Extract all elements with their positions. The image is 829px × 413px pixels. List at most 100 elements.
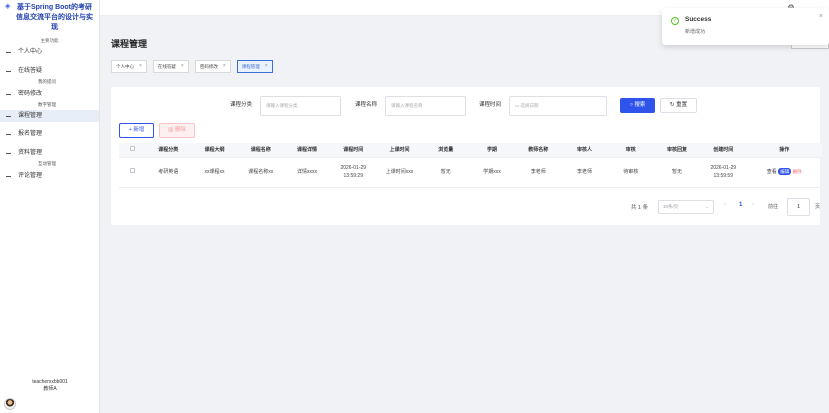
tab-label: 在线答疑	[157, 64, 176, 69]
close-icon[interactable]: ×	[181, 61, 184, 72]
row-select-cell	[119, 157, 146, 188]
reset-button[interactable]: ↻ 重置	[660, 98, 697, 113]
user-info: teacherxxbb001 教师A	[0, 379, 100, 393]
cell-operations: 查看 编辑 删除	[746, 157, 822, 188]
course-name-label: 课程名称	[355, 102, 378, 108]
table-row[interactable]: 考研英语 xx课程xx 课程名称xx 详情xxxx 2026-01-29 13:5…	[119, 157, 822, 188]
prev-page-icon[interactable]: ‹	[724, 202, 726, 208]
success-toast: ✓ Success 新增成功 ×	[662, 8, 829, 45]
goto-page-input[interactable]: 1	[787, 198, 810, 216]
username: teacherxxbb001	[32, 379, 68, 385]
course-time-label: 课程时间	[479, 102, 502, 108]
column-header[interactable]: 学期	[468, 143, 516, 158]
search-button-label: 搜索	[634, 102, 646, 108]
delete-button[interactable]: ▥ 删除	[159, 123, 195, 138]
sidebar-home-label[interactable]: 主要功能	[0, 38, 99, 46]
course-time-picker[interactable]: ▭ 选择日期	[509, 96, 607, 116]
sidebar-item-signup-manage[interactable]: 报名管理	[0, 128, 99, 140]
app-title: ◈ 基于Spring Boot的考研信息交流平台的设计与实现	[0, 0, 99, 33]
column-header[interactable]: 课程名称	[237, 143, 284, 158]
sidebar-item-label: 报名管理	[18, 131, 43, 137]
sidebar-subitem-number-manage[interactable]: 数字管理	[0, 100, 99, 109]
sidebar: ◈ 基于Spring Boot的考研信息交流平台的设计与实现 主要功能 个人中心…	[0, 0, 100, 413]
cell-reviewer: 李老师	[561, 157, 608, 188]
tab-course-manage[interactable]: 课程管理 ×	[236, 60, 273, 73]
sidebar-item-label: 在线答疑	[18, 68, 43, 74]
created-time: 13:59:59	[713, 173, 733, 179]
course-table: 课程分类 课程大纲 课程名称 课程详情 课程时间 上课时间 浏览量 学期 教师名…	[119, 143, 822, 188]
page-title: 课程管理	[111, 39, 148, 49]
sidebar-item-label: 课程管理	[18, 113, 43, 119]
add-button[interactable]: + 新增	[119, 123, 154, 138]
column-header[interactable]: 课程详情	[283, 143, 331, 158]
category-label: 课程分类	[230, 102, 253, 108]
column-header[interactable]: 课程分类	[145, 143, 192, 158]
menu-dash-icon	[6, 153, 11, 154]
cell-name: 课程名称xx	[237, 157, 284, 188]
select-all-checkbox[interactable]	[129, 146, 135, 152]
close-icon[interactable]: ×	[265, 61, 268, 72]
row-checkbox[interactable]	[129, 168, 135, 173]
sidebar-item-online-qa[interactable]: 在线答疑	[0, 65, 99, 77]
tab-online-qa[interactable]: 在线答疑 ×	[152, 60, 189, 73]
category-input[interactable]: 请输入课程分类	[260, 96, 341, 116]
next-page-icon[interactable]: ›	[752, 202, 754, 208]
tab-label: 课程管理	[241, 64, 260, 69]
app-logo-icon: ◈	[5, 3, 11, 10]
sidebar-item-password[interactable]: 密码修改	[0, 88, 99, 100]
cell-review: 待审核	[607, 157, 654, 188]
course-name-input[interactable]: 请输入课程名称	[385, 96, 466, 116]
column-header[interactable]: 浏览量	[422, 143, 469, 158]
goto-label: 前往	[768, 204, 779, 210]
sidebar-item-course-manage[interactable]: 课程管理	[0, 110, 99, 122]
cell-reply: 暂无	[653, 157, 701, 188]
close-icon[interactable]: ×	[819, 13, 823, 20]
edit-button[interactable]: 编辑	[778, 168, 792, 175]
trash-icon: ▥	[168, 127, 175, 133]
avatar[interactable]	[4, 398, 16, 410]
search-button[interactable]: ○ 搜索	[620, 98, 655, 113]
cell-detail: 详情xxxx	[283, 157, 331, 188]
column-header[interactable]: 上课时间	[376, 143, 423, 158]
row-delete-button[interactable]: 删除	[793, 169, 802, 174]
column-header[interactable]: 审核人	[561, 143, 608, 158]
page-suffix: 页	[815, 204, 821, 210]
column-header[interactable]: 教师名称	[515, 143, 562, 158]
sidebar-item-comment-manage[interactable]: 评论管理	[0, 170, 99, 182]
cell-term: 学期xxx	[468, 157, 516, 188]
menu-dash-icon	[6, 71, 11, 72]
cell-outline: xx课程xx	[191, 157, 238, 188]
tab-label: 密码修改	[199, 64, 218, 69]
column-header[interactable]: 创建时间	[700, 143, 747, 158]
content-card: 课程分类 请输入课程分类 课程名称 请输入课程名称 课程时间 ▭ 选择日期 ○ …	[111, 87, 822, 225]
page-size-select[interactable]: 10条/页 ⌄	[658, 200, 714, 214]
current-page[interactable]: 1	[739, 202, 742, 208]
tab-personal-center[interactable]: 个人中心 ×	[111, 60, 147, 73]
column-header[interactable]: 审核	[607, 143, 654, 158]
sidebar-item-personal-center[interactable]: 个人中心	[0, 46, 99, 58]
cell-category: 考研英语	[145, 157, 192, 188]
menu-dash-icon	[6, 176, 11, 177]
sidebar-subitem-interaction[interactable]: 互动管理	[0, 159, 99, 168]
cell-teacher: 李老师	[515, 157, 562, 188]
column-header[interactable]: 课程大纲	[191, 143, 238, 158]
view-button[interactable]: 查看	[767, 169, 777, 175]
cell-created: 2026-01-29 13:59:59	[700, 157, 747, 188]
sidebar-item-material-manage[interactable]: 资料管理	[0, 147, 99, 159]
menu-dash-icon	[6, 116, 11, 117]
column-header[interactable]: 审核回复	[653, 143, 701, 158]
app-title-text: 基于Spring Boot的考研信息交流平台的设计与实现	[16, 4, 93, 31]
close-icon[interactable]: ×	[223, 61, 226, 72]
page-size-value: 10条/页	[663, 204, 679, 209]
table-header-row: 课程分类 课程大纲 课程名称 课程详情 课程时间 上课时间 浏览量 学期 教师名…	[119, 143, 822, 158]
time-placeholder: 选择日期	[520, 103, 539, 108]
pagination: 共 1 条 10条/页 ⌄ ‹ 1 › 前往 1 页	[631, 198, 820, 216]
cell-class-time: 上课时间xxx	[376, 157, 423, 188]
tab-password[interactable]: 密码修改 ×	[194, 60, 231, 73]
tab-label: 个人中心	[116, 64, 134, 69]
close-icon[interactable]: ×	[139, 61, 142, 72]
sidebar-subitem-my-questions[interactable]: 我的提问	[0, 77, 99, 86]
column-header[interactable]: 课程时间	[330, 143, 377, 158]
delete-button-label: 删除	[174, 127, 186, 133]
reset-button-label: 重置	[676, 102, 688, 108]
